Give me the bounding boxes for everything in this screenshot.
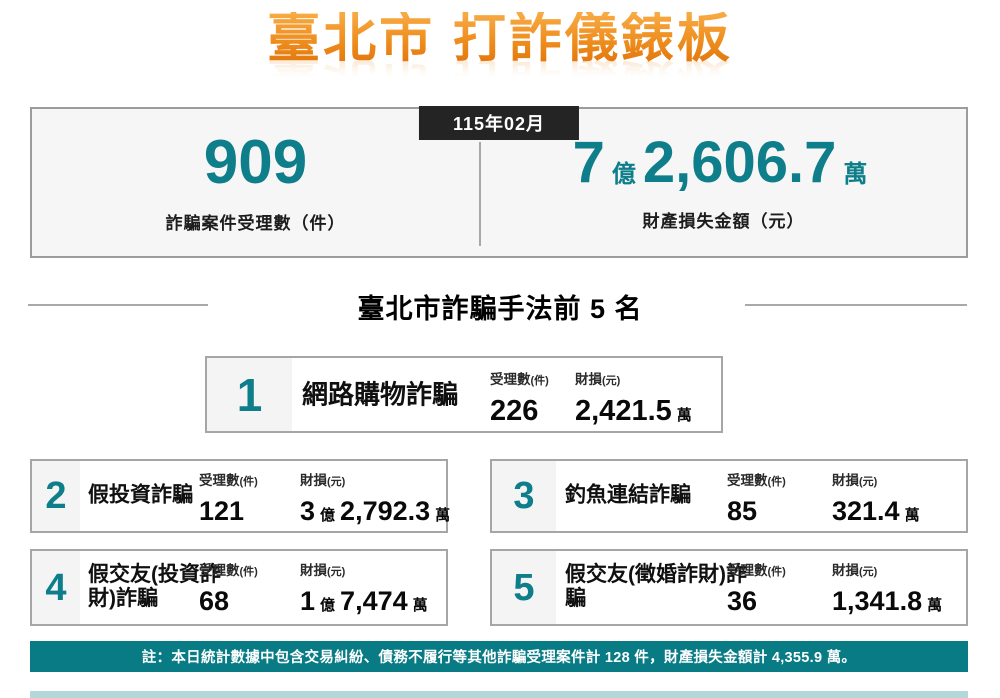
rank-number: 1 bbox=[207, 358, 292, 431]
loss-value: 321.4 萬 bbox=[832, 496, 920, 526]
count-column: 受理數(件) 68 bbox=[199, 559, 258, 615]
loss-value: 7 億 2,606.7 萬 bbox=[572, 129, 868, 195]
loss-column: 財損(元) 3 億 2,792.3 萬 bbox=[300, 469, 450, 525]
count-value: 121 bbox=[199, 496, 245, 526]
ranking-section-title: 臺北市詐騙手法前 5 名 bbox=[357, 294, 643, 324]
header: 臺北市 打詐儀錶板 臺北市 打詐儀錶板 bbox=[0, 12, 1000, 104]
rank-number: 5 bbox=[492, 551, 556, 624]
footer-bar-reflection bbox=[30, 691, 968, 698]
loss-value: 2,421.5 萬 bbox=[575, 395, 692, 427]
loss-header: 財損(元) bbox=[575, 372, 621, 387]
count-header: 受理數(件) bbox=[727, 563, 786, 578]
loss-column: 財損(元) 2,421.5 萬 bbox=[575, 368, 692, 426]
count-column: 受理數(件) 226 bbox=[490, 368, 549, 426]
count-header: 受理數(件) bbox=[490, 372, 549, 387]
loss-header: 財損(元) bbox=[832, 473, 878, 488]
fraud-type-name: 網路購物詐騙 bbox=[302, 379, 459, 410]
fraud-card-rank-1: 1 網路購物詐騙 受理數(件) 226 財損(元) 2,421.5 萬 bbox=[205, 356, 723, 433]
fraud-card-rank-4: 4 假交友(投資詐財)詐騙 受理數(件) 68 財損(元) 1 億 7,474 … bbox=[30, 549, 448, 626]
stat-cases: 909 詐騙案件受理數（件） bbox=[32, 109, 479, 256]
ranking-section-header: 臺北市詐騙手法前 5 名 bbox=[0, 287, 1000, 326]
loss-header: 財損(元) bbox=[300, 563, 346, 578]
loss-header: 財損(元) bbox=[300, 473, 346, 488]
heading-rule-left bbox=[28, 304, 208, 306]
loss-column: 財損(元) 1,341.8 萬 bbox=[832, 559, 942, 615]
anti-fraud-dashboard: { "colors": { "accent_teal": "#0e7e8a", … bbox=[0, 0, 1000, 698]
fraud-card-rank-2: 2 假投資詐騙 受理數(件) 121 財損(元) 3 億 2,792.3 萬 bbox=[30, 459, 450, 533]
loss-value: 3 億 2,792.3 萬 bbox=[300, 496, 451, 526]
cases-label: 詐騙案件受理數（件） bbox=[165, 213, 346, 233]
loss-column: 財損(元) 321.4 萬 bbox=[832, 469, 920, 525]
cases-value: 909 bbox=[203, 127, 308, 197]
count-value: 68 bbox=[199, 586, 230, 616]
count-column: 受理數(件) 36 bbox=[727, 559, 786, 615]
loss-label: 財產損失金額（元） bbox=[642, 211, 805, 231]
summary-panel: 115年02月 909 詐騙案件受理數（件） 7 億 2,606.7 萬 財產損… bbox=[30, 106, 968, 258]
loss-header: 財損(元) bbox=[832, 563, 878, 578]
count-column: 受理數(件) 121 bbox=[199, 469, 258, 525]
count-header: 受理數(件) bbox=[727, 473, 786, 488]
count-header: 受理數(件) bbox=[199, 563, 258, 578]
heading-rule-right bbox=[745, 304, 967, 306]
footer-note: 註：本日統計數據中包含交易糾紛、債務不履行等其他詐騙受理案件計 128 件，財產… bbox=[141, 650, 857, 666]
count-value: 36 bbox=[727, 586, 758, 616]
rank-number: 4 bbox=[32, 551, 80, 624]
count-column: 受理數(件) 85 bbox=[727, 469, 786, 525]
loss-column: 財損(元) 1 億 7,474 萬 bbox=[300, 559, 428, 615]
count-value: 85 bbox=[727, 496, 758, 526]
loss-value: 1 億 7,474 萬 bbox=[300, 586, 428, 616]
rank-number: 3 bbox=[492, 461, 556, 531]
page-title-reflection: 臺北市 打詐儀錶板 bbox=[267, 53, 733, 102]
loss-value: 1,341.8 萬 bbox=[832, 586, 943, 616]
stat-loss: 7 億 2,606.7 萬 財產損失金額（元） bbox=[481, 109, 966, 256]
rank-number: 2 bbox=[32, 461, 80, 531]
count-header: 受理數(件) bbox=[199, 473, 258, 488]
footer-note-bar: 註：本日統計數據中包含交易糾紛、債務不履行等其他詐騙受理案件計 128 件，財產… bbox=[30, 641, 968, 672]
fraud-card-rank-3: 3 釣魚連結詐騙 受理數(件) 85 財損(元) 321.4 萬 bbox=[490, 459, 968, 533]
count-value: 226 bbox=[490, 395, 539, 427]
fraud-card-rank-5: 5 假交友(徵婚詐財)詐騙 受理數(件) 36 財損(元) 1,341.8 萬 bbox=[490, 549, 968, 626]
